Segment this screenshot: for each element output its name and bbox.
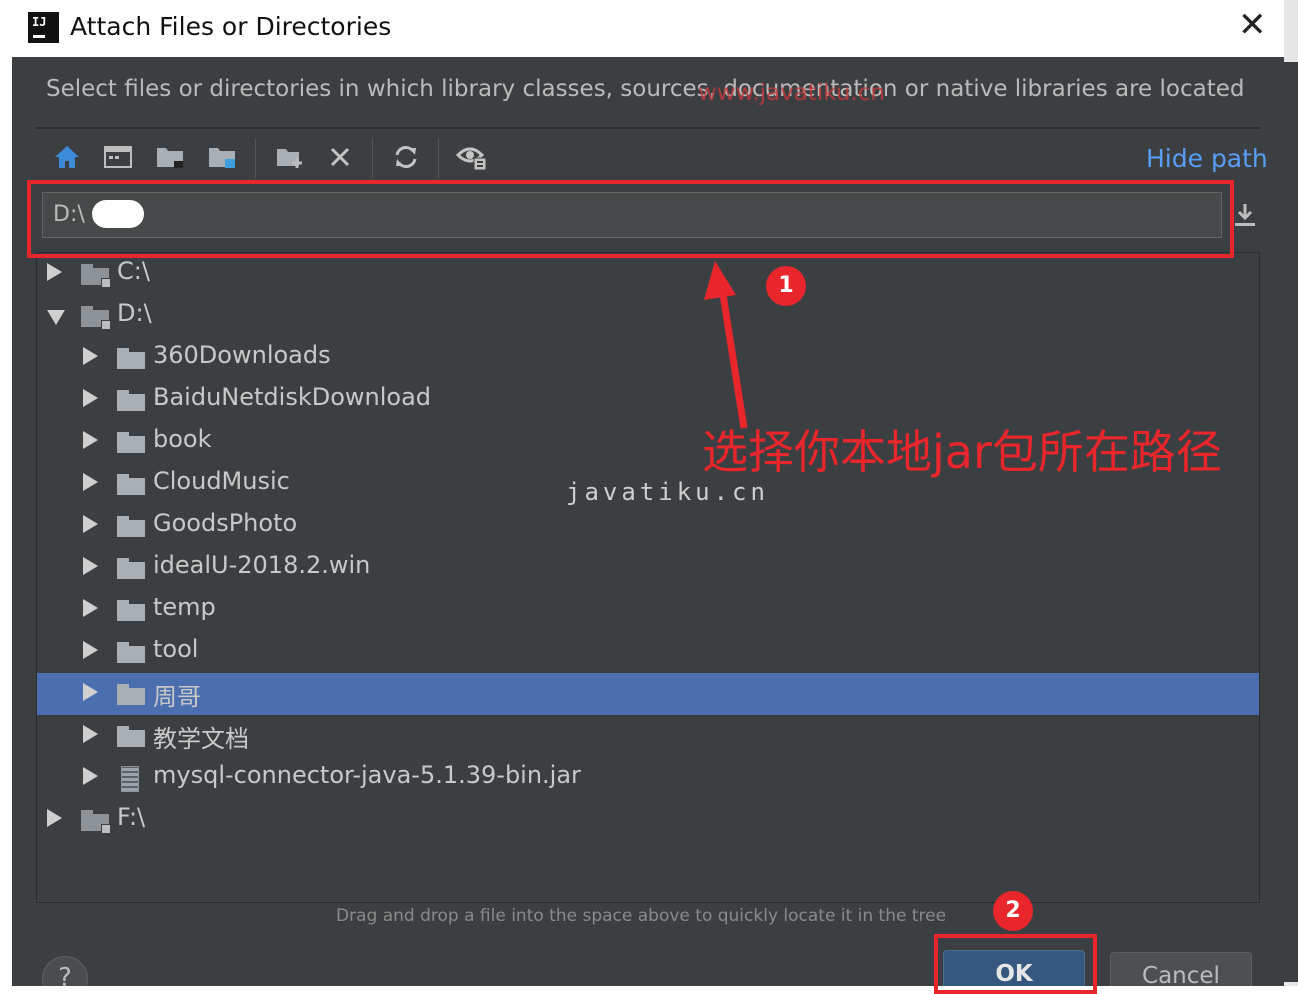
ok-highlight-box <box>934 934 1097 994</box>
refresh-icon[interactable] <box>389 140 423 174</box>
tree-drive-row[interactable]: C:\ <box>37 253 1259 295</box>
show-hidden-icon[interactable] <box>455 140 489 174</box>
expand-arrow-icon[interactable] <box>47 263 62 281</box>
folder-icon <box>117 642 145 664</box>
tree-item-label: C:\ <box>117 257 150 285</box>
module-folder-icon[interactable] <box>205 140 239 174</box>
tree-file-row[interactable]: mysql-connector-java-5.1.39-bin.jar <box>37 757 1259 799</box>
expand-arrow-icon[interactable] <box>83 725 98 743</box>
home-icon[interactable] <box>50 140 84 174</box>
folder-icon <box>117 432 145 454</box>
tree-drive-row[interactable]: D:\ <box>37 295 1259 337</box>
drag-drop-hint: Drag and drop a file into the space abov… <box>336 906 947 926</box>
intellij-icon: IJ <box>28 12 59 43</box>
step-badge-2: 2 <box>993 891 1033 931</box>
annotation-arrow <box>704 261 748 429</box>
expand-arrow-icon[interactable] <box>83 431 98 449</box>
tree-item-label: F:\ <box>117 803 146 831</box>
background-window-edge <box>1284 0 1298 986</box>
expand-arrow-icon[interactable] <box>83 389 98 407</box>
dialog-title: Attach Files or Directories <box>70 12 392 41</box>
watermark-center: javatiku.cn <box>566 478 769 506</box>
tree-item-label: temp <box>153 593 216 621</box>
folder-icon <box>117 516 145 538</box>
expand-arrow-icon[interactable] <box>83 515 98 533</box>
expand-arrow-icon[interactable] <box>83 683 98 701</box>
new-folder-icon[interactable] <box>273 140 307 174</box>
tree-folder-row[interactable]: 教学文档 <box>37 715 1259 757</box>
tree-item-label: tool <box>153 635 199 663</box>
folder-icon <box>117 558 145 580</box>
title-bar: IJ Attach Files or Directories ✕ <box>12 0 1284 57</box>
step-badge-1: 1 <box>766 266 806 306</box>
tree-folder-row[interactable]: tool <box>37 631 1259 673</box>
dialog-description: Select files or directories in which lib… <box>46 76 1245 102</box>
tree-item-label: 360Downloads <box>153 341 331 369</box>
close-icon[interactable]: ✕ <box>1238 8 1267 42</box>
drive-icon <box>81 264 111 288</box>
folder-icon <box>117 600 145 622</box>
folder-icon <box>117 684 145 706</box>
jar-file-icon <box>121 766 139 792</box>
expand-arrow-icon[interactable] <box>83 347 98 365</box>
cancel-button[interactable]: Cancel <box>1110 952 1252 986</box>
delete-icon[interactable] <box>323 140 357 174</box>
folder-icon <box>117 474 145 496</box>
folder-icon <box>117 726 145 748</box>
tree-folder-row[interactable]: idealU-2018.2.win <box>37 547 1259 589</box>
expand-arrow-icon[interactable] <box>83 641 98 659</box>
tree-item-label: D:\ <box>117 299 152 327</box>
project-folder-icon[interactable] <box>153 140 187 174</box>
drive-icon <box>81 810 111 834</box>
tree-folder-row[interactable]: BaiduNetdiskDownload <box>37 379 1259 421</box>
folder-icon <box>117 348 145 370</box>
expand-arrow-icon[interactable] <box>83 599 98 617</box>
tree-item-label: GoodsPhoto <box>153 509 298 537</box>
tree-folder-row[interactable]: temp <box>37 589 1259 631</box>
download-icon[interactable] <box>1232 201 1258 233</box>
folder-icon <box>117 390 145 412</box>
instruction-annotation: 选择你本地jar包所在路径 <box>702 425 1222 479</box>
tree-item-label: BaiduNetdiskDownload <box>153 383 432 411</box>
tree-folder-row[interactable]: 周哥 <box>37 673 1259 715</box>
file-tree[interactable]: C:\ D:\ 360Downloads BaiduNetdiskDownload bo… <box>36 252 1260 903</box>
drive-icon <box>81 306 111 330</box>
expand-arrow-icon[interactable] <box>47 809 62 827</box>
tree-item-label: idealU-2018.2.win <box>153 551 371 579</box>
tree-folder-row[interactable]: GoodsPhoto <box>37 505 1259 547</box>
divider <box>36 127 1260 129</box>
expand-arrow-icon[interactable] <box>83 473 98 491</box>
tree-item-label: book <box>153 425 212 453</box>
watermark-top: www.javatiku.cn <box>698 80 885 106</box>
tree-item-label: 周哥 <box>153 683 201 711</box>
tree-folder-row[interactable]: 360Downloads <box>37 337 1259 379</box>
tree-item-label: CloudMusic <box>153 467 290 495</box>
expand-arrow-icon[interactable] <box>83 557 98 575</box>
hide-path-link[interactable]: Hide path <box>1146 144 1268 173</box>
path-highlight-box <box>27 180 1234 258</box>
tree-item-label: 教学文档 <box>153 725 249 753</box>
desktop-icon[interactable] <box>101 140 135 174</box>
help-button[interactable]: ? <box>42 956 88 986</box>
tree-drive-row[interactable]: F:\ <box>37 799 1259 841</box>
collapse-arrow-icon[interactable] <box>47 310 65 325</box>
expand-arrow-icon[interactable] <box>83 767 98 785</box>
tree-item-label: mysql-connector-java-5.1.39-bin.jar <box>153 761 581 789</box>
